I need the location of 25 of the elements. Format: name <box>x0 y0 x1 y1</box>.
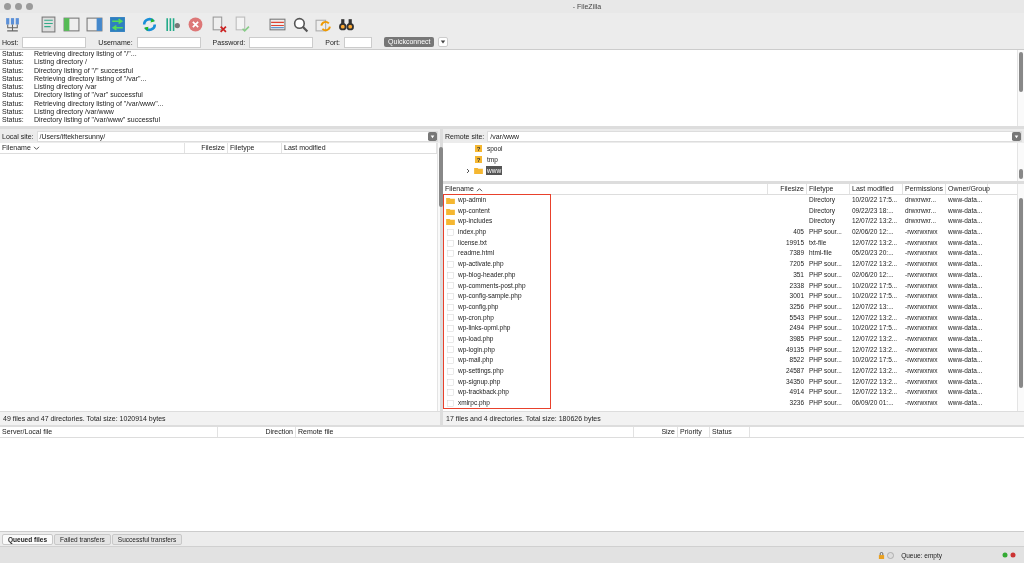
dropdown-icon <box>428 131 437 141</box>
scrollbar[interactable] <box>437 143 440 411</box>
transfer-arrows-icon[interactable] <box>109 15 126 33</box>
window-close-button[interactable] <box>4 3 11 10</box>
history-dropdown-button[interactable] <box>438 37 449 47</box>
input-field[interactable] <box>22 36 87 48</box>
search-icon[interactable] <box>292 15 309 33</box>
scrollbar[interactable] <box>1017 50 1024 126</box>
folder-icon <box>474 167 483 174</box>
scrollbar[interactable] <box>1017 184 1024 411</box>
refresh-icon[interactable] <box>141 15 158 33</box>
window-zoom-button[interactable] <box>26 3 33 10</box>
input-field[interactable] <box>249 36 314 48</box>
activity-lights-icon <box>1002 552 1016 558</box>
sort-chevron-icon <box>32 145 40 151</box>
dropdown-icon <box>1012 131 1021 141</box>
window-minimize-button[interactable] <box>15 3 22 10</box>
sort-chevron-icon <box>475 186 483 192</box>
input-field[interactable] <box>344 36 373 48</box>
expand-chevron-icon[interactable] <box>465 167 471 174</box>
input-field[interactable] <box>136 36 201 48</box>
caret-icon <box>440 39 447 45</box>
cancel-icon[interactable] <box>187 15 204 33</box>
lock-icon <box>878 551 886 559</box>
scrollbar[interactable] <box>1017 143 1024 181</box>
